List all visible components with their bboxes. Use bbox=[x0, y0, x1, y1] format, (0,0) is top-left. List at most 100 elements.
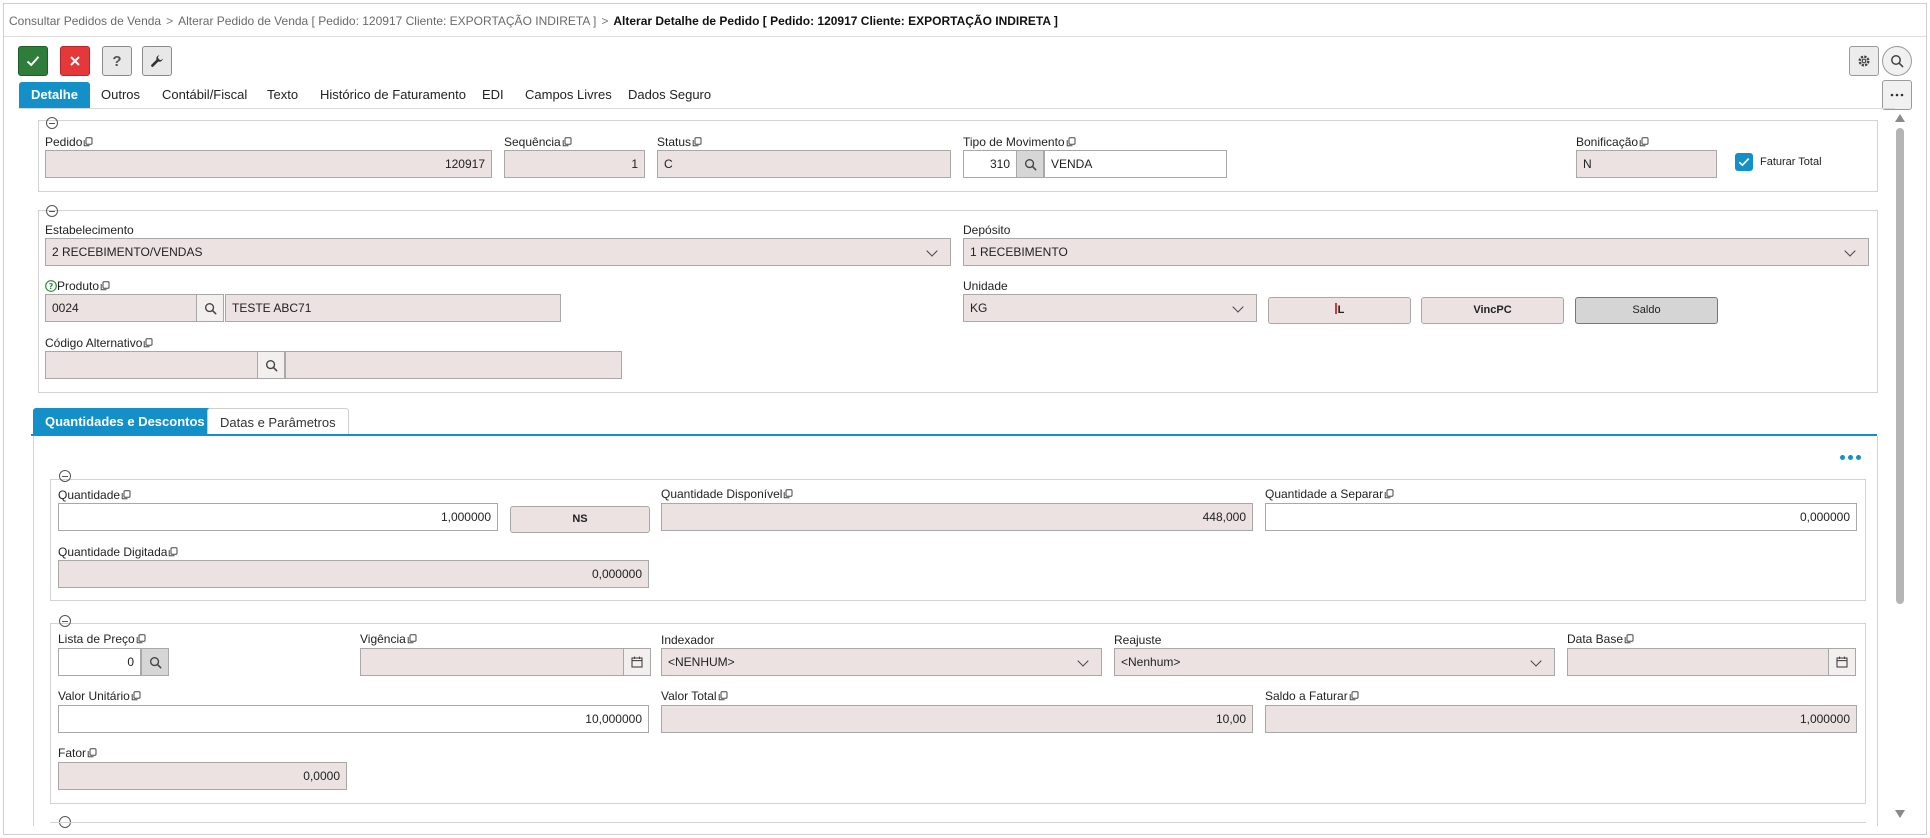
sequencia-field: 1 bbox=[504, 150, 645, 178]
estabelecimento-select[interactable]: 2 RECEBIMENTO/VENDAS bbox=[45, 238, 951, 266]
scrollbar-thumb[interactable] bbox=[1896, 128, 1904, 604]
search-icon bbox=[265, 359, 278, 372]
faturar-total-checkbox[interactable] bbox=[1735, 153, 1753, 171]
quantidade-input[interactable]: 1,000000 bbox=[58, 503, 498, 531]
quantidade-digitada-field: 0,000000 bbox=[58, 560, 649, 588]
tab-datas-parametros[interactable]: Datas e Parâmetros bbox=[207, 408, 349, 435]
global-search-button[interactable] bbox=[1882, 46, 1912, 76]
copy-icon[interactable] bbox=[1639, 137, 1649, 147]
unidade-select[interactable]: KG bbox=[963, 294, 1257, 322]
l-button[interactable]: L bbox=[1268, 297, 1411, 324]
more-options-button[interactable] bbox=[1882, 80, 1912, 110]
unidade-label: Unidade bbox=[963, 279, 1008, 293]
check-icon bbox=[1738, 158, 1750, 167]
codigo-alternativo-search-button[interactable] bbox=[257, 351, 285, 379]
copy-icon[interactable] bbox=[1349, 691, 1359, 701]
tools-button[interactable] bbox=[142, 46, 172, 76]
copy-icon[interactable] bbox=[1066, 137, 1076, 147]
help-button[interactable]: ? bbox=[102, 46, 132, 76]
saldo-button[interactable]: Saldo bbox=[1575, 297, 1718, 324]
ns-button[interactable]: NS bbox=[510, 506, 650, 533]
data-base-calendar-button[interactable] bbox=[1828, 648, 1856, 676]
valor-unitario-label: Valor Unitário bbox=[58, 689, 141, 703]
breadcrumb-separator: > bbox=[601, 14, 609, 28]
confirm-button[interactable] bbox=[18, 46, 48, 76]
valor-unitario-input[interactable]: 10,000000 bbox=[58, 705, 649, 733]
copy-icon[interactable] bbox=[718, 691, 728, 701]
lista-preco-input[interactable]: 0 bbox=[58, 648, 141, 676]
tab-quantidades-descontos[interactable]: Quantidades e Descontos bbox=[33, 408, 217, 435]
copy-icon[interactable] bbox=[168, 547, 178, 557]
tab-historico-faturamento[interactable]: Histórico de Faturamento bbox=[308, 82, 478, 108]
copy-icon[interactable] bbox=[121, 490, 131, 500]
copy-icon[interactable] bbox=[1624, 634, 1634, 644]
lista-preco-search-button[interactable] bbox=[141, 648, 169, 676]
indexador-select[interactable]: <NENHUM> bbox=[661, 648, 1102, 676]
copy-icon[interactable] bbox=[143, 338, 153, 348]
search-icon bbox=[1890, 54, 1904, 68]
reajuste-select[interactable]: <Nenhum> bbox=[1114, 648, 1555, 676]
tab-detalhe[interactable]: Detalhe bbox=[19, 82, 90, 108]
collapse-icon[interactable] bbox=[59, 615, 71, 627]
tab-campos-livres[interactable]: Campos Livres bbox=[513, 82, 624, 108]
settings-button[interactable] bbox=[1849, 46, 1879, 76]
help-circle-icon[interactable]: ? bbox=[45, 280, 57, 292]
tipo-movimento-code-input[interactable]: 310 bbox=[963, 150, 1017, 178]
copy-icon[interactable] bbox=[136, 634, 146, 644]
quantidade-label: Quantidade bbox=[58, 488, 131, 502]
bonificacao-label: Bonificação bbox=[1576, 135, 1649, 149]
data-base-field bbox=[1567, 648, 1829, 676]
cancel-button[interactable] bbox=[60, 46, 90, 76]
copy-icon[interactable] bbox=[87, 748, 97, 758]
gear-icon bbox=[1858, 55, 1870, 67]
breadcrumb-alterar-pedido[interactable]: Alterar Pedido de Venda [ Pedido: 120917… bbox=[178, 14, 596, 28]
breadcrumb-consultar-pedidos[interactable]: Consultar Pedidos de Venda bbox=[9, 14, 161, 28]
tab-contabil-fiscal[interactable]: Contábil/Fiscal bbox=[150, 82, 259, 108]
vigencia-calendar-button[interactable] bbox=[623, 648, 651, 676]
ellipsis-icon bbox=[1890, 93, 1904, 97]
produto-code-input[interactable]: 0024 bbox=[45, 294, 197, 322]
tab-outros[interactable]: Outros bbox=[89, 82, 152, 108]
valor-total-label: Valor Total bbox=[661, 689, 728, 703]
copy-icon[interactable] bbox=[692, 137, 702, 147]
fator-field: 0,0000 bbox=[58, 762, 347, 790]
quantidade-separar-input[interactable]: 0,000000 bbox=[1265, 503, 1857, 531]
scroll-down-arrow-icon[interactable] bbox=[1895, 810, 1905, 818]
quantidade-separar-label: Quantidade a Separar bbox=[1265, 487, 1394, 501]
tab-texto[interactable]: Texto bbox=[255, 82, 310, 108]
deposito-label: Depósito bbox=[963, 223, 1011, 237]
copy-icon[interactable] bbox=[1384, 489, 1394, 499]
copy-icon[interactable] bbox=[100, 281, 110, 291]
collapse-icon[interactable] bbox=[46, 117, 58, 129]
search-icon bbox=[1024, 158, 1037, 171]
codigo-alternativo-label: Código Alternativo bbox=[45, 336, 153, 350]
copy-icon[interactable] bbox=[131, 691, 141, 701]
vincpc-button[interactable]: VincPC bbox=[1421, 297, 1564, 324]
svg-text:?: ? bbox=[49, 282, 54, 291]
breadcrumb-divider bbox=[4, 36, 1926, 37]
lista-preco-label: Lista de Preço bbox=[58, 632, 146, 646]
sequencia-label: Sequência bbox=[504, 135, 572, 149]
copy-icon[interactable] bbox=[407, 634, 417, 644]
codigo-alternativo-desc-field bbox=[285, 351, 622, 379]
ellipsis-icon[interactable] bbox=[1840, 455, 1861, 460]
copy-icon[interactable] bbox=[783, 489, 793, 499]
copy-icon[interactable] bbox=[83, 137, 93, 147]
collapse-icon[interactable] bbox=[46, 205, 58, 217]
tab-edi[interactable]: EDI bbox=[470, 82, 516, 108]
pedido-label: Pedido bbox=[45, 135, 93, 149]
tipo-movimento-search-button[interactable] bbox=[1016, 150, 1044, 178]
scroll-up-arrow-icon[interactable] bbox=[1895, 114, 1905, 122]
produto-search-button[interactable] bbox=[196, 294, 224, 322]
bonificacao-field: N bbox=[1576, 150, 1717, 178]
tab-dados-seguro[interactable]: Dados Seguro bbox=[616, 82, 723, 108]
tabs-divider bbox=[19, 108, 1895, 109]
breadcrumb: Consultar Pedidos de Venda > Alterar Pedid… bbox=[9, 14, 1058, 28]
codigo-alternativo-input[interactable] bbox=[45, 351, 258, 379]
quantidade-disponivel-label: Quantidade Disponível bbox=[661, 487, 793, 501]
calendar-icon bbox=[1836, 656, 1848, 668]
copy-icon[interactable] bbox=[562, 137, 572, 147]
produto-desc-field: TESTE ABC71 bbox=[225, 294, 561, 322]
deposito-select[interactable]: 1 RECEBIMENTO bbox=[963, 238, 1869, 266]
collapse-icon[interactable] bbox=[59, 470, 71, 482]
